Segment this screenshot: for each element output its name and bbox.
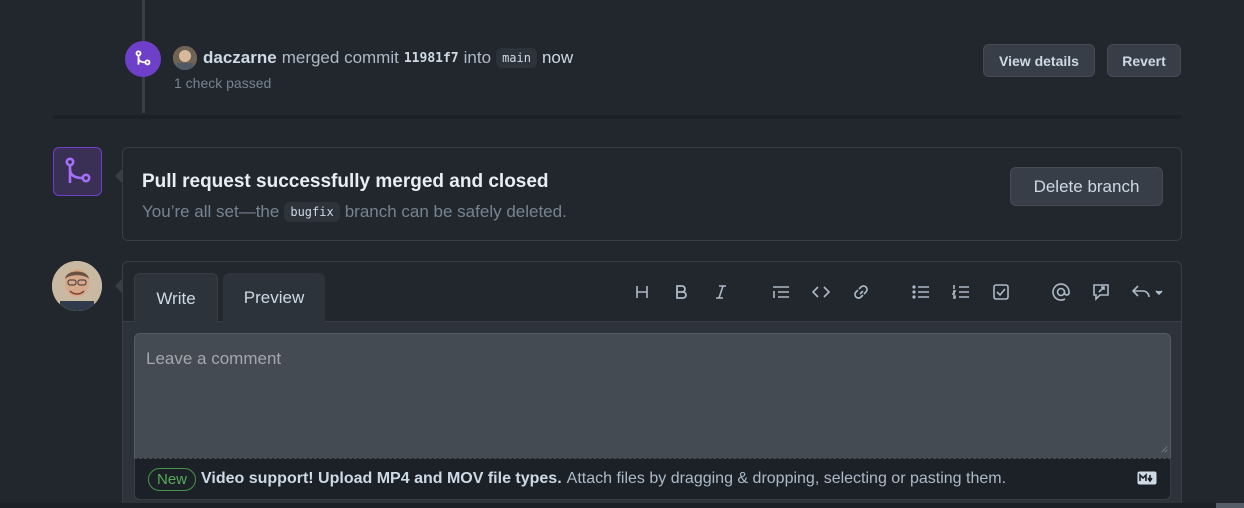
new-badge: New <box>148 467 197 491</box>
italic-icon[interactable] <box>709 280 733 304</box>
link-icon[interactable] <box>849 280 873 304</box>
view-details-button[interactable]: View details <box>983 44 1095 77</box>
avatar[interactable] <box>173 46 197 70</box>
mention-icon[interactable] <box>1049 280 1073 304</box>
into-text: into <box>463 48 492 67</box>
merged-desc-prefix: You’re all set—the <box>142 202 280 221</box>
task-list-icon[interactable] <box>989 280 1013 304</box>
timestamp-link[interactable]: now <box>542 48 573 68</box>
bold-icon[interactable] <box>669 280 693 304</box>
comment-textarea[interactable]: Leave a comment <box>134 333 1171 459</box>
bulleted-list-icon[interactable] <box>909 280 933 304</box>
avatar[interactable] <box>52 261 102 311</box>
comment-box: Write Preview Leave a comment New Video … <box>115 261 1182 508</box>
reference-icon[interactable] <box>1089 280 1113 304</box>
check-status-text[interactable]: 1 check passed <box>174 75 271 91</box>
tab-write[interactable]: Write <box>134 273 218 323</box>
merge-event-line: daczarne merged commit 11981f7 into main… <box>203 46 573 70</box>
merged-status-box: Pull request successfully merged and clo… <box>115 147 1182 241</box>
scrollbar-thumb[interactable] <box>1216 503 1244 508</box>
base-branch-label[interactable]: main <box>496 48 537 68</box>
merged-desc-suffix: branch can be safely deleted. <box>344 202 567 221</box>
quote-icon[interactable] <box>769 280 793 304</box>
author-link[interactable]: daczarne <box>203 48 277 68</box>
delete-branch-button[interactable]: Delete branch <box>1010 167 1163 206</box>
merged-title: Pull request successfully merged and clo… <box>142 171 549 192</box>
upload-hint: Attach files by dragging & dropping, sel… <box>566 470 1007 487</box>
head-branch-label[interactable]: bugfix <box>284 202 340 222</box>
timeline-divider <box>53 115 1182 119</box>
heading-icon[interactable] <box>630 280 654 304</box>
tab-preview[interactable]: Preview <box>223 273 325 323</box>
git-merge-icon <box>125 41 161 77</box>
merged-description: You’re all set—the bugfix branch can be … <box>142 202 567 222</box>
commit-sha-link[interactable]: 11981f7 <box>404 51 459 66</box>
resize-grip-icon[interactable] <box>1160 445 1168 453</box>
revert-button[interactable]: Revert <box>1107 44 1181 77</box>
numbered-list-icon[interactable] <box>949 280 973 304</box>
git-merge-icon <box>53 147 102 196</box>
upload-announcement: Video support! Upload MP4 and MOV file t… <box>201 470 562 487</box>
upload-bar[interactable]: New Video support! Upload MP4 and MOV fi… <box>134 458 1171 500</box>
code-icon[interactable] <box>809 280 833 304</box>
saved-replies-icon[interactable] <box>1131 280 1167 304</box>
bottom-scroll-track <box>0 503 1244 508</box>
merge-verb: merged commit <box>281 48 399 67</box>
markdown-icon[interactable] <box>1137 471 1157 485</box>
comment-tab-header: Write Preview <box>123 262 1181 323</box>
